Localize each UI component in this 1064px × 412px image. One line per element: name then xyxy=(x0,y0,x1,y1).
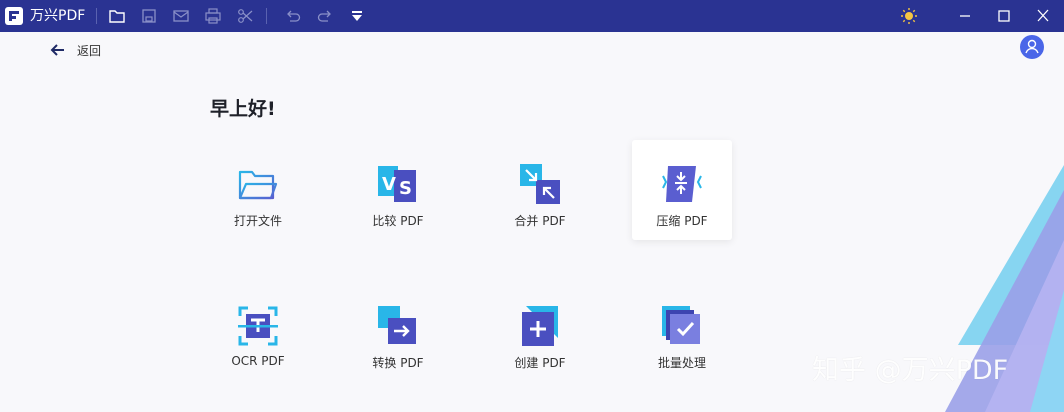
convert-icon xyxy=(378,306,416,344)
close-icon[interactable] xyxy=(1032,6,1054,26)
ocr-icon xyxy=(238,306,278,346)
tool-label: 比较 PDF xyxy=(372,214,424,228)
svg-text:V: V xyxy=(382,174,396,195)
tool-merge-pdf[interactable]: 合并 PDF xyxy=(490,140,590,240)
maximize-icon[interactable] xyxy=(993,6,1015,26)
save-icon[interactable] xyxy=(140,7,158,25)
tool-compress-pdf[interactable]: 压缩 PDF xyxy=(632,140,732,240)
tool-compare-pdf[interactable]: V S 比较 PDF xyxy=(348,140,448,240)
tool-ocr-pdf[interactable]: OCR PDF xyxy=(208,282,308,382)
tool-batch-process[interactable]: 批量处理 xyxy=(632,282,732,382)
tool-open-file[interactable]: 打开文件 xyxy=(208,140,308,240)
greeting: 早上好! xyxy=(210,98,276,120)
app-title: 万兴PDF xyxy=(30,8,86,24)
print-icon[interactable] xyxy=(204,7,222,25)
avatar[interactable] xyxy=(1020,35,1044,59)
tool-label: OCR PDF xyxy=(231,354,285,368)
tool-create-pdf[interactable]: 创建 PDF xyxy=(490,282,590,382)
watermark: 知乎 @万兴PDF xyxy=(812,355,1009,386)
folder-icon[interactable] xyxy=(108,7,126,25)
tool-label: 批量处理 xyxy=(657,356,706,370)
user-icon xyxy=(1025,39,1039,54)
title-bar: 万兴PDF xyxy=(0,0,1064,32)
toolbar-divider xyxy=(96,8,97,24)
back-arrow-icon xyxy=(50,44,64,56)
toolbar-divider xyxy=(266,8,267,24)
compress-icon xyxy=(662,166,702,202)
tool-label: 打开文件 xyxy=(233,214,282,228)
svg-text:S: S xyxy=(399,178,412,199)
minimize-icon[interactable] xyxy=(954,6,976,26)
tool-label: 转换 PDF xyxy=(372,356,424,370)
mail-icon[interactable] xyxy=(172,7,190,25)
tool-label: 创建 PDF xyxy=(514,356,566,370)
merge-icon xyxy=(520,164,560,204)
tool-label: 合并 PDF xyxy=(514,214,566,228)
open-folder-icon xyxy=(238,170,278,200)
compare-icon: V S xyxy=(378,166,416,202)
tool-convert-pdf[interactable]: 转换 PDF xyxy=(348,282,448,382)
scissors-icon[interactable] xyxy=(236,7,254,25)
sun-icon[interactable] xyxy=(900,7,918,25)
app-logo-icon xyxy=(5,7,23,25)
tool-label: 压缩 PDF xyxy=(656,214,708,228)
batch-icon xyxy=(662,306,700,344)
redo-icon[interactable] xyxy=(316,7,334,25)
undo-icon[interactable] xyxy=(284,7,302,25)
dropdown-icon[interactable] xyxy=(348,7,366,25)
back-label: 返回 xyxy=(77,44,102,58)
create-icon xyxy=(522,306,558,346)
